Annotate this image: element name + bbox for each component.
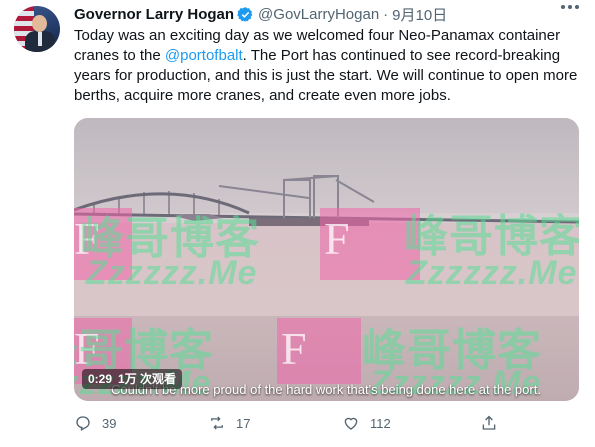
watermark-letter: F [324,213,350,264]
verified-badge-icon [237,6,254,23]
video-duration: 0:29 [88,372,113,386]
header-separator: · [383,5,389,23]
like-count: 112 [370,415,391,431]
heart-icon [344,417,358,430]
video-view-count: 1万 次观看 [118,372,177,386]
share-icon [482,415,496,430]
retweet-button[interactable]: 17 [208,414,250,432]
watermark-logo-box: F [277,318,361,384]
more-options-icon[interactable] [561,5,579,9]
avatar-tie [38,32,42,46]
avatar-head [32,15,47,32]
share-button[interactable] [480,414,498,432]
like-button[interactable]: 112 [342,414,391,432]
author-avatar[interactable] [14,6,60,52]
mention-link[interactable]: @portofbalt [165,47,243,64]
tweet-date[interactable]: 9月10日 [392,4,447,25]
reply-icon [76,416,90,431]
author-handle[interactable]: @GovLarryHogan [258,6,379,23]
retweet-count: 17 [236,415,251,431]
watermark-url: Zzzzzz.Me [86,254,258,292]
tweet-header: Governor Larry Hogan @GovLarryHogan · 9月… [74,4,447,24]
retweet-icon [211,416,223,430]
video-time-badge: 0:29 1万 次观看 [82,369,183,389]
watermark-url: Zzzzzz.Me [406,254,578,292]
reply-button[interactable]: 39 [74,414,116,432]
watermark-letter: F [281,323,307,374]
tweet-actions: 39 17 112 [74,414,579,438]
tweet-text: Today was an exciting day as we welcomed… [74,26,584,106]
author-name[interactable]: Governor Larry Hogan [74,6,234,23]
video-player[interactable]: F F F F 峰哥博客 峰哥博客 Zzzzzz.Me Zzzzzz.Me 峰哥… [74,118,579,401]
reply-count: 39 [102,415,117,431]
